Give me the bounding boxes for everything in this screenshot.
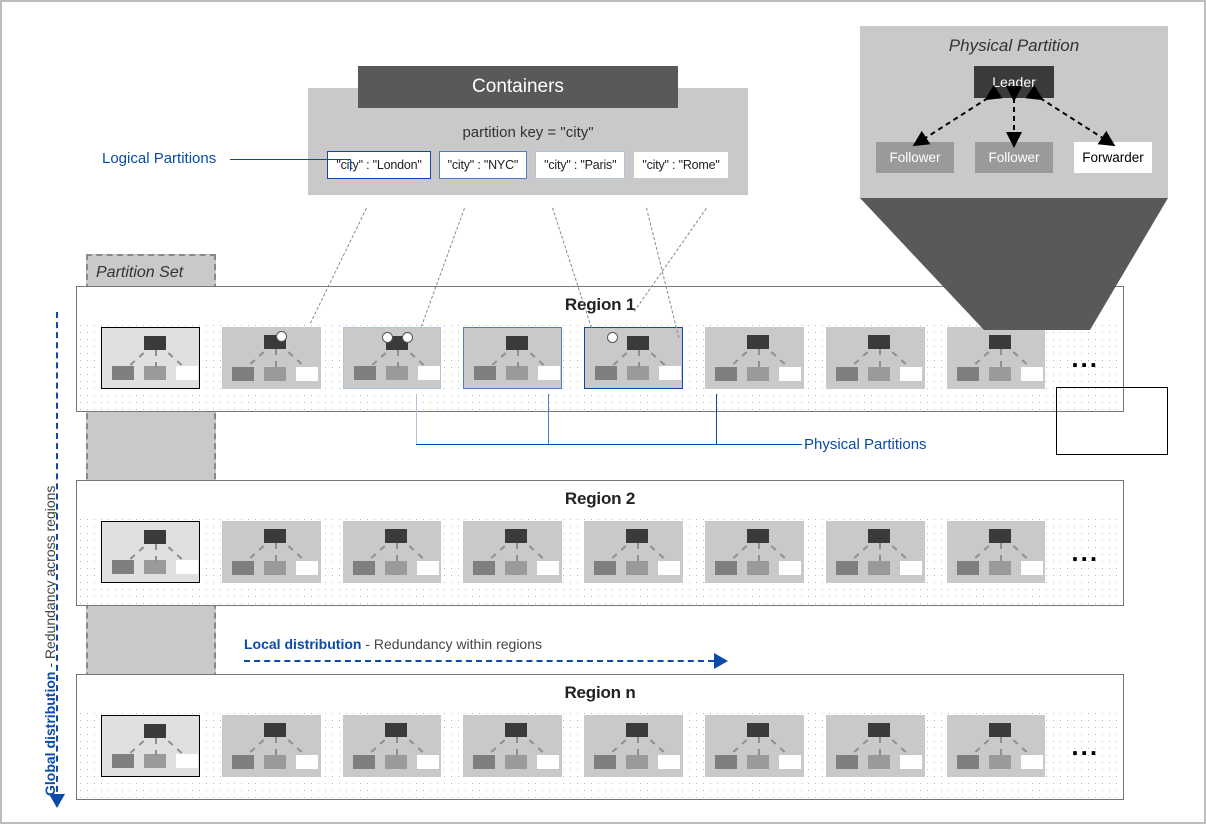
physical-partition <box>222 521 321 583</box>
logical-partition-paris: "city" : "Paris" <box>535 151 625 179</box>
physical-partition <box>222 327 321 389</box>
physical-partition <box>222 715 321 777</box>
physical-partition <box>584 327 683 389</box>
region-n-partitions: ... <box>77 709 1123 795</box>
region-n-title: Region n <box>77 675 1123 709</box>
physical-partition <box>705 521 804 583</box>
connector-line <box>416 394 417 444</box>
region-n: Region n ... <box>76 674 1124 800</box>
leader-node: Leader <box>974 66 1054 98</box>
physical-partition <box>101 715 200 777</box>
physical-partition <box>343 327 442 389</box>
follower-node: Follower <box>876 142 954 173</box>
magnifier-title: Physical Partition <box>874 36 1154 56</box>
connector-line <box>716 444 802 445</box>
region-1-partitions: ... <box>77 321 1123 407</box>
region-1: Region 1 ... <box>76 286 1124 412</box>
physical-partition <box>705 715 804 777</box>
local-distribution-label: Local distribution - Redundancy within r… <box>244 636 542 652</box>
logical-partition-nyc: "city" : "NYC" <box>439 151 528 179</box>
partition-set-label: Partition Set <box>88 256 214 282</box>
containers-title: Containers <box>358 66 678 108</box>
region-1-title: Region 1 <box>77 287 1123 321</box>
logical-partitions-row: "city" : "London" "city" : "NYC" "city" … <box>308 151 748 179</box>
ellipsis-icon: ... <box>1071 343 1099 374</box>
global-distribution-arrow-line <box>56 312 58 802</box>
connector-line <box>548 394 549 444</box>
physical-partition <box>947 327 1046 389</box>
diagram-frame: Global distribution - Redundancy across … <box>0 0 1206 824</box>
connector-line <box>230 159 350 160</box>
physical-partition-magnifier: Physical Partition Leader Follower Follo… <box>860 26 1168 198</box>
local-distribution-sub: - Redundancy within regions <box>365 636 542 652</box>
physical-partition <box>826 521 925 583</box>
physical-partition <box>343 715 442 777</box>
physical-partition <box>826 715 925 777</box>
global-distribution-arrow-head <box>49 794 65 808</box>
physical-partition <box>463 327 562 389</box>
physical-partition <box>343 521 442 583</box>
physical-partition <box>947 521 1046 583</box>
follower-node: Follower <box>975 142 1053 173</box>
physical-partition <box>584 715 683 777</box>
physical-partitions-label: Physical Partitions <box>804 436 927 453</box>
local-distribution-arrow-head <box>714 653 728 669</box>
local-distribution-title: Local distribution <box>244 636 361 652</box>
connector-line <box>350 159 351 171</box>
physical-partition <box>463 715 562 777</box>
physical-partition <box>947 715 1046 777</box>
physical-partition <box>463 521 562 583</box>
connector-line <box>716 394 717 444</box>
physical-partition <box>826 327 925 389</box>
region-2: Region 2 ... <box>76 480 1124 606</box>
local-distribution-arrow-line <box>244 660 714 662</box>
physical-partition <box>101 521 200 583</box>
logical-partitions-label: Logical Partitions <box>102 150 216 167</box>
physical-partition <box>584 521 683 583</box>
diagram-canvas: Global distribution - Redundancy across … <box>16 16 1190 808</box>
ellipsis-icon: ... <box>1071 537 1099 568</box>
forwarder-node: Forwarder <box>1074 142 1152 173</box>
logical-partition-london: "city" : "London" <box>327 151 430 179</box>
physical-partition <box>705 327 804 389</box>
region-2-title: Region 2 <box>77 481 1123 515</box>
logical-partition-rome: "city" : "Rome" <box>633 151 728 179</box>
ellipsis-icon: ... <box>1071 731 1099 762</box>
physical-partition <box>101 327 200 389</box>
connector-line <box>416 444 716 445</box>
region-2-partitions: ... <box>77 515 1123 601</box>
